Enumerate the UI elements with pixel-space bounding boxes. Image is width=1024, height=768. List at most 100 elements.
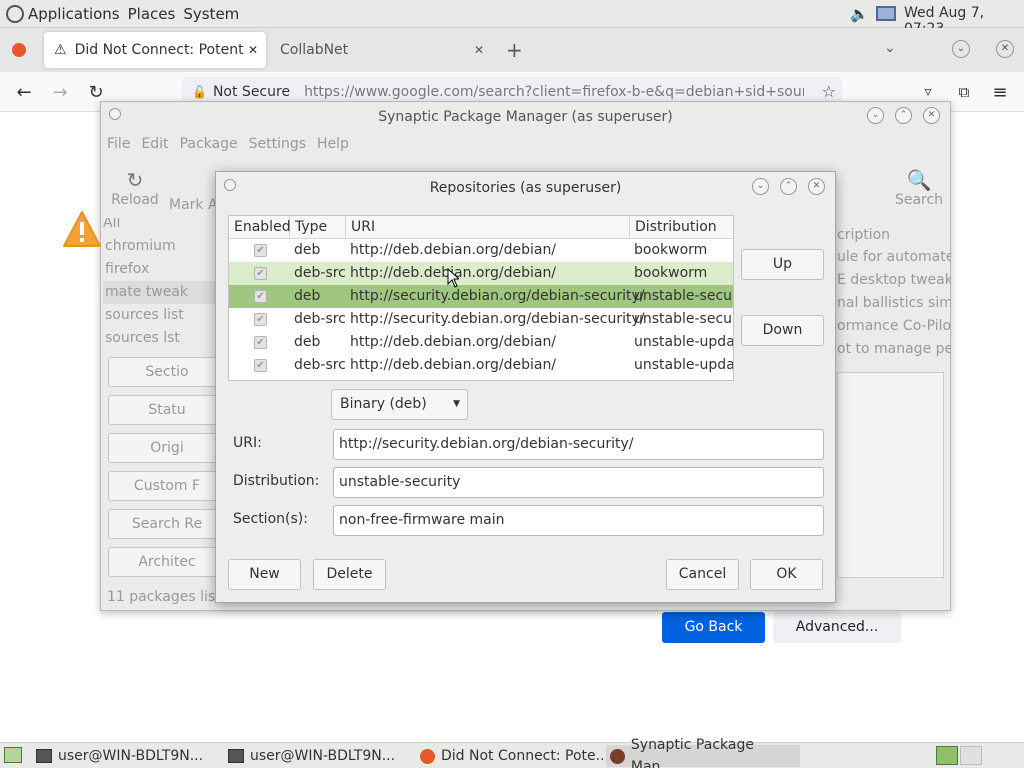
mark-all-toolbutton[interactable]: Mark A [169,197,218,213]
taskbar-item-firefox[interactable]: Did Not Connect: Pote... [420,745,609,767]
new-tab-icon[interactable]: + [506,38,523,62]
enabled-checkbox[interactable]: ✔ [254,290,267,303]
synaptic-titlebar[interactable]: Synaptic Package Manager (as superuser) [101,102,950,132]
type-select[interactable]: Binary (deb) ▼ [331,389,468,420]
down-button[interactable]: Down [741,315,824,346]
taskbar-label: Synaptic Package Man... [630,737,754,768]
extensions-icon[interactable]: ⧉ [952,80,976,104]
taskbar-item-synaptic[interactable]: Synaptic Package Man... [606,737,800,768]
new-button[interactable]: New [228,559,301,590]
applications-menu[interactable]: Applications [24,5,124,23]
forward-icon[interactable]: → [48,80,72,104]
delete-button[interactable]: Delete [313,559,386,590]
repository-row[interactable]: ✔ deb http://security.debian.org/debian-se… [229,285,733,308]
column-type[interactable]: Type [290,216,346,239]
repository-row[interactable]: ✔ deb-src http://security.debian.org/debia… [229,308,733,331]
places-menu[interactable]: Places [124,5,180,23]
uri-field[interactable]: http://security.debian.org/debian-securi… [333,429,824,460]
package-description[interactable]: E desktop tweak t [837,269,951,292]
filter-item[interactable]: All [103,218,223,235]
menu-edit[interactable]: Edit [141,136,168,152]
column-distribution[interactable]: Distribution [630,216,733,239]
origin-button[interactable]: Origi [108,433,226,463]
workspace-switcher[interactable] [936,746,958,765]
filter-item[interactable]: sources lst [103,327,223,350]
enabled-checkbox[interactable]: ✔ [254,244,267,257]
app-menu-icon[interactable]: ≡ [988,80,1012,104]
back-icon[interactable]: ← [12,80,36,104]
maximize-icon[interactable]: ⌃ [780,178,797,195]
go-back-button[interactable]: Go Back [662,612,765,643]
architecture-button[interactable]: Architec [108,547,226,577]
package-description[interactable]: ot to manage perl i [837,338,951,361]
lock-icon[interactable]: 🔓 [192,85,207,99]
search-results-button[interactable]: Search Re [108,509,226,539]
filter-item[interactable]: sources list [103,304,223,327]
show-desktop-icon[interactable] [4,747,22,763]
enabled-checkbox[interactable]: ✔ [254,313,267,326]
cancel-button[interactable]: Cancel [666,559,739,590]
synaptic-icon [610,748,625,764]
enabled-checkbox[interactable]: ✔ [254,359,267,372]
distribution-field[interactable]: unstable-security [333,467,824,498]
close-window-icon[interactable]: ✕ [996,40,1014,58]
column-uri[interactable]: URI [346,216,630,239]
repository-type: deb-src [294,357,346,373]
description-column-header[interactable]: cription [837,224,951,246]
close-icon[interactable]: ✕ [808,178,825,195]
warning-triangle-icon [63,211,101,247]
ok-button[interactable]: OK [750,559,823,590]
filter-item[interactable]: firefox [103,258,223,281]
volume-icon[interactable]: 🔈 [850,5,869,23]
workspace-switcher-2[interactable] [960,746,982,765]
repositories-titlebar[interactable]: Repositories (as superuser) [216,172,835,204]
menu-package[interactable]: Package [180,136,238,152]
custom-filters-button[interactable]: Custom F [108,471,226,501]
tab-collabnet[interactable]: CollabNet ✕ [270,32,492,68]
system-menu[interactable]: System [179,5,243,23]
mate-logo-icon[interactable] [6,4,24,23]
sections-button[interactable]: Sectio [108,357,226,387]
bookmark-star-icon[interactable]: ☆ [822,82,836,101]
close-icon[interactable]: ✕ [923,107,940,124]
menu-settings[interactable]: Settings [249,136,306,152]
filter-item[interactable]: chromium [103,235,223,258]
minimize-icon[interactable]: ⌄ [752,178,769,195]
taskbar-item-terminal-1[interactable]: user@WIN-BDLT9N... [36,745,203,767]
menu-file[interactable]: File [107,136,130,152]
sections-field[interactable]: non-free-firmware main [333,505,824,536]
repository-row[interactable]: ✔ deb http://deb.debian.org/debian/bookwor… [229,239,733,262]
menu-help[interactable]: Help [317,136,349,152]
maximize-icon[interactable]: ⌃ [895,107,912,124]
not-secure-label[interactable]: Not Secure [213,84,290,100]
filter-item[interactable]: mate tweak [103,281,223,304]
up-button[interactable]: Up [741,249,824,280]
column-enabled[interactable]: Enabled [229,216,291,239]
window-menu-icon[interactable] [224,179,236,191]
warning-icon: ⚠ [54,42,67,58]
taskbar-item-terminal-2[interactable]: user@WIN-BDLT9N... [228,745,395,767]
minimize-icon[interactable]: ⌄ [867,107,884,124]
reload-toolbutton[interactable]: ↻ Reload [107,168,163,208]
advanced-button[interactable]: Advanced... [773,612,901,643]
repository-row[interactable]: ✔deb-srchttp://deb.debian.org/debian/boo… [229,262,733,285]
network-icon[interactable] [876,6,896,21]
list-tabs-icon[interactable]: ⌄ [884,40,896,56]
status-button[interactable]: Statu [108,395,226,425]
package-description[interactable]: ule for automatec [837,246,951,269]
tab-did-not-connect[interactable]: ⚠ Did Not Connect: Potenti ✕ [44,32,266,68]
search-label: Search [894,192,944,208]
close-tab-icon[interactable]: ✕ [248,43,258,57]
search-toolbutton[interactable]: 🔍 Search [893,168,945,208]
repository-row[interactable]: ✔ deb-src http://deb.debian.org/debian/uns… [229,354,733,377]
close-tab-icon[interactable]: ✕ [474,43,484,57]
window-menu-icon[interactable] [109,108,121,120]
url-text[interactable]: https://www.google.com/search?client=fir… [304,84,804,100]
package-description[interactable]: nal ballistics simu [837,292,951,315]
enabled-checkbox[interactable]: ✔ [254,336,267,349]
repository-row[interactable]: ✔ deb http://deb.debian.org/debian/unstabl… [229,331,733,354]
package-description[interactable]: ormance Co-Pilot [837,315,951,338]
repository-uri: http://deb.debian.org/debian/ [350,242,557,258]
minimize-icon[interactable]: ⌄ [952,40,970,58]
enabled-checkbox[interactable]: ✔ [254,267,267,280]
